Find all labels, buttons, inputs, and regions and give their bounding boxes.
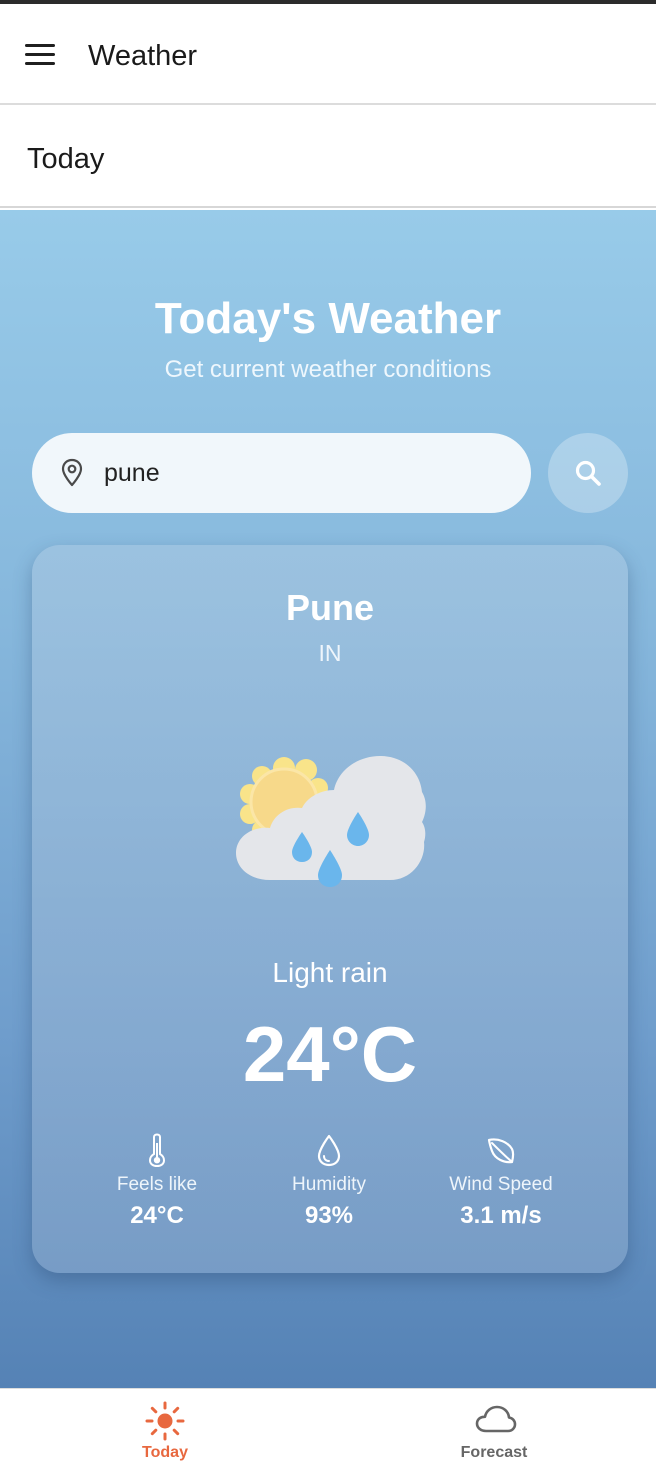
leaf-icon: [487, 1138, 515, 1164]
nav-forecast-label: Forecast: [460, 1444, 528, 1461]
feels-like-label: Feels like: [116, 1174, 198, 1195]
droplet-icon: [317, 1134, 341, 1167]
nav-today-label: Today: [142, 1444, 188, 1461]
app-bar: Weather: [0, 4, 656, 105]
city-search-input[interactable]: [104, 453, 504, 493]
feels-like-value: 24°C: [130, 1202, 184, 1229]
menu-line: [25, 53, 55, 56]
section-title: Today: [27, 143, 105, 175]
menu-line: [25, 62, 55, 65]
map-pin-icon: [61, 458, 83, 487]
search-button[interactable]: [548, 433, 628, 513]
bottom-nav: Today Forecast: [0, 1388, 656, 1466]
hero-title: Today's Weather: [154, 294, 502, 343]
humidity-label: Humidity: [292, 1174, 366, 1195]
sun-cloud-rain-icon: [236, 756, 426, 887]
wind-speed-label: Wind Speed: [449, 1174, 553, 1195]
humidity-stat: Humidity 93%: [239, 1133, 419, 1230]
weather-card: Pune IN Light rain 24°C Feels like 24°C …: [32, 545, 628, 1273]
section-header: Today: [0, 107, 656, 208]
nav-tab-forecast[interactable]: Forecast: [414, 1389, 574, 1466]
thermometer-icon: [148, 1133, 166, 1167]
weather-main: Today's Weather Get current weather cond…: [0, 210, 656, 1388]
current-temperature: 24°C: [242, 1010, 418, 1098]
nav-tab-today[interactable]: Today: [85, 1389, 245, 1466]
weather-condition: Light rain: [272, 957, 388, 988]
sun-icon: [145, 1401, 185, 1441]
search-icon: [575, 460, 601, 486]
wind-speed-value: 3.1 m/s: [460, 1202, 542, 1229]
wind-speed-stat: Wind Speed 3.1 m/s: [411, 1133, 591, 1230]
cloud-icon: [475, 1405, 517, 1433]
search-box: [32, 433, 531, 513]
feels-like-stat: Feels like 24°C: [67, 1133, 247, 1230]
humidity-value: 93%: [304, 1202, 354, 1229]
app-title: Weather: [88, 40, 198, 72]
hero-subtitle: Get current weather conditions: [164, 356, 492, 383]
menu-line: [25, 44, 55, 47]
country-code: IN: [318, 640, 342, 666]
city-name: Pune: [285, 587, 374, 628]
menu-icon[interactable]: [25, 44, 55, 66]
